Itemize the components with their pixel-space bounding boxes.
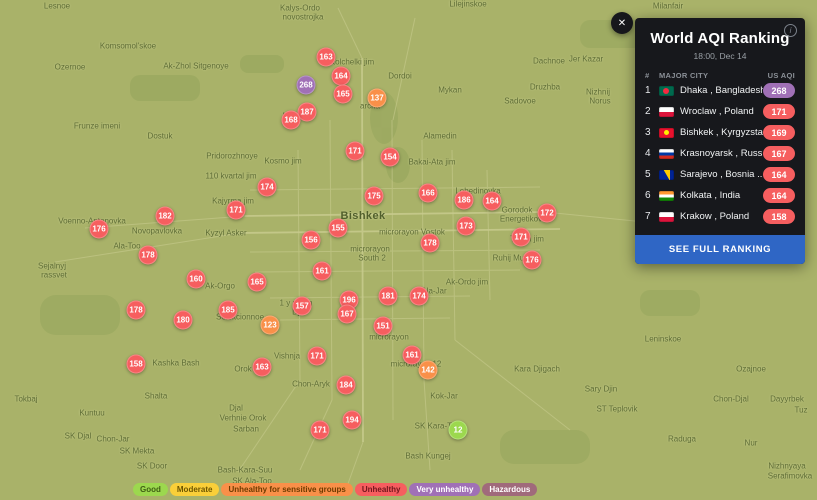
aqi-badge: 268 [763, 83, 795, 98]
aqi-marker[interactable]: 161 [313, 262, 332, 281]
aqi-marker[interactable]: 171 [512, 228, 531, 247]
aqi-marker[interactable]: 167 [338, 305, 357, 324]
aqi-badge: 164 [763, 188, 795, 203]
column-rank: # [645, 71, 659, 80]
aqi-badge: 167 [763, 146, 795, 161]
column-major-city: MAJOR CITY [659, 71, 768, 80]
aqi-marker[interactable]: 164 [483, 192, 502, 211]
legend-item: Good [133, 483, 168, 496]
aqi-marker[interactable]: 171 [346, 142, 365, 161]
aqi-marker[interactable]: 175 [365, 187, 384, 206]
aqi-marker[interactable]: 137 [368, 89, 387, 108]
country-flag-icon [659, 191, 674, 201]
ranking-row[interactable]: 2 Wroclaw , Poland171 [635, 101, 805, 122]
aqi-marker[interactable]: 160 [187, 270, 206, 289]
country-flag-icon [659, 107, 674, 117]
aqi-marker[interactable]: 171 [227, 201, 246, 220]
aqi-marker[interactable]: 178 [139, 246, 158, 265]
rank-number: 5 [645, 169, 655, 180]
city-name: Krasnoyarsk , Russia [680, 148, 763, 159]
ranking-header: # MAJOR CITY US AQI [635, 71, 805, 80]
country-flag-icon [659, 86, 674, 96]
aqi-marker[interactable]: 165 [248, 273, 267, 292]
panel-subtitle: 18:00, Dec 14 [635, 51, 805, 61]
aqi-badge: 169 [763, 125, 795, 140]
ranking-row[interactable]: 3 Bishkek , Kyrgyzstan169 [635, 122, 805, 143]
info-icon[interactable]: i [784, 24, 797, 37]
aqi-badge: 171 [763, 104, 795, 119]
aqi-marker[interactable]: 185 [219, 301, 238, 320]
aqi-marker[interactable]: 180 [174, 311, 193, 330]
aqi-marker[interactable]: 151 [374, 317, 393, 336]
aqi-marker[interactable]: 165 [334, 85, 353, 104]
aqi-marker[interactable]: 173 [457, 217, 476, 236]
city-name: Wroclaw , Poland [680, 106, 763, 117]
aqi-marker[interactable]: 142 [419, 361, 438, 380]
aqi-marker[interactable]: 154 [381, 148, 400, 167]
aqi-marker[interactable]: 163 [253, 358, 272, 377]
aqi-marker[interactable]: 176 [90, 220, 109, 239]
aqi-marker[interactable]: 181 [379, 287, 398, 306]
rank-number: 2 [645, 106, 655, 117]
legend-item: Moderate [170, 483, 220, 496]
city-name: Sarajevo , Bosnia ... [680, 169, 763, 180]
ranking-rows: 1Dhaka , Bangladesh2682Wroclaw , Poland1… [635, 80, 805, 227]
aqi-marker[interactable]: 164 [332, 67, 351, 86]
ranking-row[interactable]: 7 Krakow , Poland158 [635, 206, 805, 227]
ranking-row[interactable]: 5 Sarajevo , Bosnia ...164 [635, 164, 805, 185]
aqi-marker[interactable]: 171 [311, 421, 330, 440]
ranking-row[interactable]: 1 Dhaka , Bangladesh268 [635, 80, 805, 101]
aqi-badge: 158 [763, 209, 795, 224]
country-flag-icon [659, 149, 674, 159]
aqi-marker[interactable]: 182 [156, 207, 175, 226]
aqi-marker[interactable]: 163 [317, 48, 336, 67]
aqi-marker[interactable]: 168 [282, 111, 301, 130]
aqi-marker[interactable]: 166 [419, 184, 438, 203]
aqi-marker[interactable]: 178 [421, 234, 440, 253]
rank-number: 1 [645, 85, 655, 96]
panel-title: World AQI Ranking [635, 30, 805, 47]
city-name: Krakow , Poland [680, 211, 763, 222]
rank-number: 3 [645, 127, 655, 138]
aqi-marker[interactable]: 123 [261, 316, 280, 335]
rank-number: 4 [645, 148, 655, 159]
aqi-marker[interactable]: 174 [258, 178, 277, 197]
aqi-marker[interactable]: 161 [403, 346, 422, 365]
city-name: Bishkek , Kyrgyzstan [680, 127, 763, 138]
aqi-marker[interactable]: 194 [343, 411, 362, 430]
ranking-panel: i World AQI Ranking 18:00, Dec 14 # MAJO… [635, 18, 805, 264]
aqi-marker[interactable]: 268 [297, 76, 316, 95]
legend-item: Hazardous [482, 483, 537, 496]
see-full-ranking-button[interactable]: SEE FULL RANKING [635, 235, 805, 264]
city-name: Kolkata , India [680, 190, 763, 201]
rank-number: 7 [645, 211, 655, 222]
aqi-marker[interactable]: 184 [337, 376, 356, 395]
country-flag-icon [659, 212, 674, 222]
legend-item: Very unhealthy [409, 483, 480, 496]
close-panel-button[interactable]: ✕ [611, 12, 633, 34]
aqi-legend: GoodModerateUnhealthy for sensitive grou… [133, 483, 537, 496]
ranking-row[interactable]: 4 Krasnoyarsk , Russia167 [635, 143, 805, 164]
aqi-marker[interactable]: 186 [455, 191, 474, 210]
legend-item: Unhealthy [355, 483, 408, 496]
aqi-marker[interactable]: 155 [329, 219, 348, 238]
ranking-row[interactable]: 6 Kolkata , India164 [635, 185, 805, 206]
aqi-marker[interactable]: 176 [523, 251, 542, 270]
aqi-marker[interactable]: 171 [308, 347, 327, 366]
aqi-marker[interactable]: 174 [410, 287, 429, 306]
aqi-badge: 164 [763, 167, 795, 182]
aqi-marker[interactable]: 172 [538, 204, 557, 223]
column-us-aqi: US AQI [768, 71, 795, 80]
city-name: Dhaka , Bangladesh [680, 85, 763, 96]
rank-number: 6 [645, 190, 655, 201]
country-flag-icon [659, 128, 674, 138]
aqi-marker[interactable]: 158 [127, 355, 146, 374]
aqi-marker[interactable]: 157 [293, 297, 312, 316]
legend-item: Unhealthy for sensitive groups [221, 483, 352, 496]
aqi-marker[interactable]: 178 [127, 301, 146, 320]
aqi-marker[interactable]: 156 [302, 231, 321, 250]
country-flag-icon [659, 170, 674, 180]
aqi-marker[interactable]: 12 [449, 421, 468, 440]
